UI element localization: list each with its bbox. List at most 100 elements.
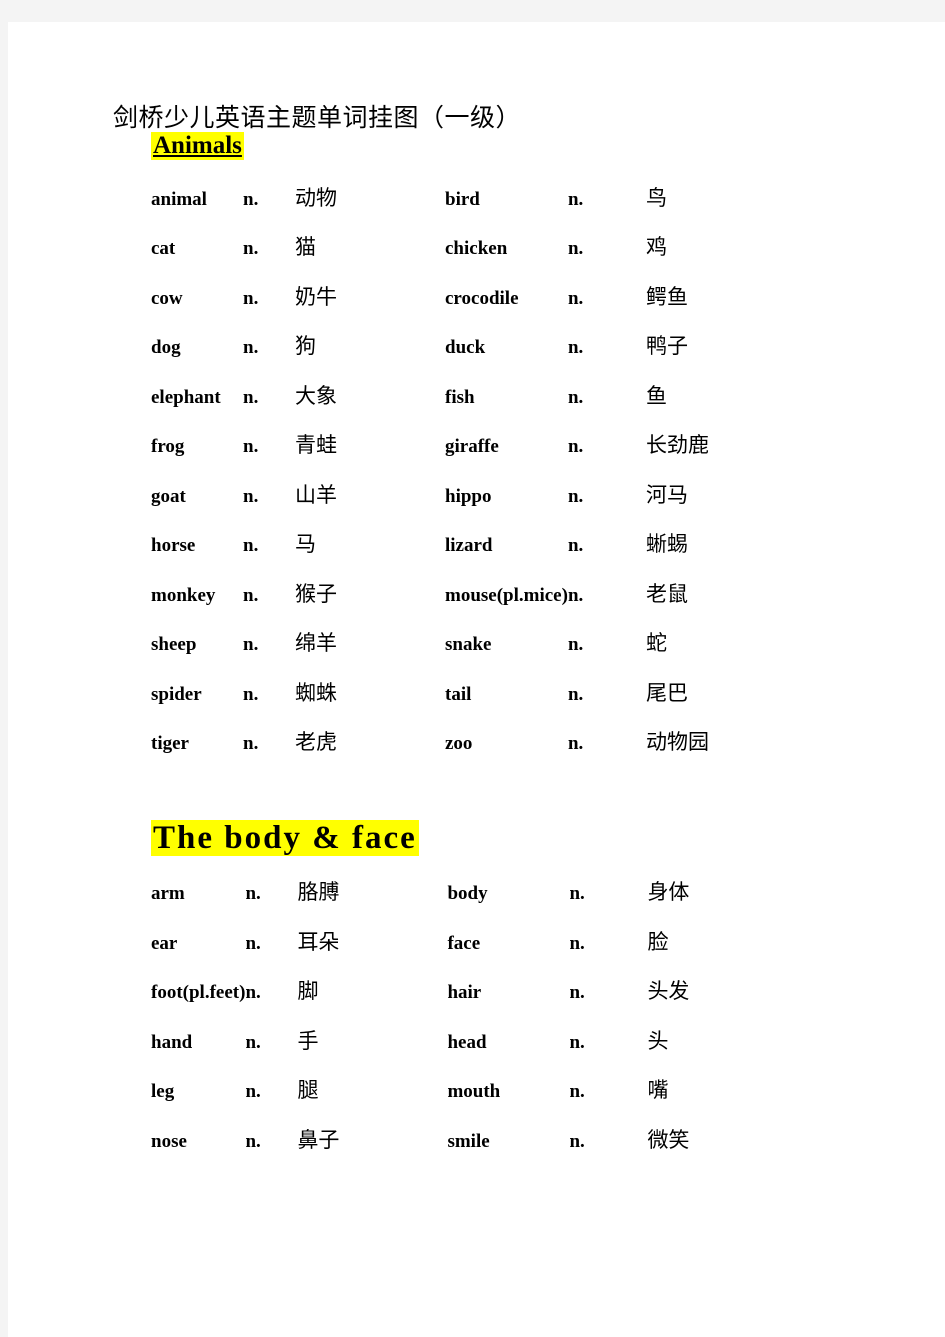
- word-zh-left: 绵羊: [295, 631, 337, 655]
- word-pos-right: n.: [567, 287, 584, 309]
- word-pos-left: n.: [245, 932, 261, 954]
- spacer-between-sections: [8, 776, 945, 820]
- word-pos-left: n.: [245, 1031, 261, 1053]
- word-en-right: lizard: [445, 535, 493, 556]
- word-zh-left: 奶牛: [295, 284, 337, 309]
- table-row: elephant n. 大象 fish n. 鱼: [151, 380, 816, 430]
- table-row: dog n. 狗 duck n. 鸭子: [151, 330, 816, 380]
- word-zh-right: 鸡: [645, 235, 667, 259]
- word-en-left: frog: [151, 436, 185, 457]
- word-en-left: elephant: [151, 386, 221, 408]
- word-pos-left: n.: [245, 1130, 261, 1152]
- word-en-left: foot(pl.feet): [151, 982, 246, 1004]
- word-zh-right: 鸟: [645, 185, 667, 210]
- word-en-right: mouse(pl.mice): [445, 584, 568, 606]
- table-row: animal n. 动物 bird n. 鸟: [151, 182, 816, 232]
- word-zh-right: 尾巴: [645, 680, 688, 705]
- word-zh-left: 手: [297, 1028, 319, 1053]
- word-pos-left: n.: [243, 733, 259, 754]
- word-pos-left: n.: [245, 982, 261, 1004]
- table-row: tiger n. 老虎 zoo n. 动物园: [151, 726, 816, 776]
- table-row: nose n. 鼻子 smile n. 微笑: [151, 1124, 817, 1174]
- word-zh-left: 青蛙: [295, 433, 337, 457]
- word-en-left: goat: [151, 485, 186, 507]
- word-zh-right: 头发: [647, 979, 690, 1004]
- section-heading-body-face: The body & face: [151, 819, 419, 857]
- word-zh-left: 脚: [297, 979, 319, 1004]
- word-en-right: chicken: [445, 238, 508, 259]
- table-row: hand n. 手 head n. 头: [151, 1025, 817, 1075]
- word-zh-left: 蜘蛛: [295, 680, 337, 705]
- word-en-left: cat: [151, 238, 176, 259]
- word-pos-left: n.: [243, 436, 259, 457]
- table-row: cat n. 猫 chicken n. 鸡: [151, 231, 816, 281]
- word-zh-left: 猴子: [295, 581, 337, 606]
- table-row: monkey n. 猴子 mouse(pl.mice) n. 老鼠: [151, 578, 816, 628]
- table-row: frog n. 青蛙 giraffe n. 长劲鹿: [151, 429, 816, 479]
- word-zh-right: 鳄鱼: [645, 284, 688, 309]
- word-zh-right: 河马: [645, 482, 688, 507]
- table-row: leg n. 腿 mouth n. 嘴: [151, 1074, 817, 1124]
- word-pos-right: n.: [569, 982, 585, 1004]
- word-zh-right: 蛇: [645, 631, 667, 655]
- word-en-left: spider: [151, 683, 202, 705]
- word-en-right: tail: [445, 683, 472, 705]
- word-pos-right: n.: [567, 683, 584, 705]
- spacer-after-body-face-heading: [8, 856, 945, 876]
- word-pos-right: n.: [569, 1081, 585, 1103]
- word-en-right: zoo: [445, 733, 473, 754]
- word-table-animals: animal n. 动物 bird n. 鸟 cat n. 猫 chicken n. 鸡 cow n. 奶牛…: [151, 182, 816, 776]
- section-body-face: The body & face arm n. 胳膊 body n. 身体 ear n. 耳朵 fa…: [8, 819, 945, 1174]
- word-pos-left: n.: [243, 287, 259, 309]
- word-en-left: horse: [151, 535, 196, 556]
- word-pos-left: n.: [245, 883, 261, 905]
- word-en-right: hippo: [445, 485, 492, 507]
- word-zh-right: 老鼠: [645, 581, 688, 606]
- word-en-left: arm: [151, 883, 185, 905]
- word-pos-right: n.: [569, 883, 585, 905]
- word-zh-left: 耳朵: [297, 929, 340, 954]
- word-pos-right: n.: [567, 238, 584, 259]
- word-en-left: monkey: [151, 584, 216, 606]
- word-pos-right: n.: [567, 634, 584, 655]
- word-pos-right: n.: [567, 188, 584, 210]
- word-pos-right: n.: [567, 485, 584, 507]
- word-en-left: nose: [151, 1130, 187, 1152]
- word-en-left: tiger: [151, 733, 189, 754]
- word-pos-right: n.: [567, 337, 584, 358]
- word-zh-left: 狗: [295, 334, 316, 358]
- word-en-left: cow: [151, 287, 183, 309]
- word-zh-right: 脸: [647, 929, 669, 954]
- word-en-right: snake: [445, 634, 492, 655]
- word-en-right: duck: [445, 337, 486, 358]
- word-pos-right: n.: [569, 932, 585, 954]
- word-zh-right: 长劲鹿: [645, 433, 709, 457]
- word-zh-right: 鱼: [645, 383, 667, 408]
- word-en-right: crocodile: [445, 287, 519, 309]
- word-en-right: body: [447, 883, 488, 905]
- section-heading-wrap-animals: Animals: [8, 131, 945, 160]
- word-en-right: giraffe: [445, 436, 499, 457]
- table-row: foot(pl.feet) n. 脚 hair n. 头发: [151, 975, 817, 1025]
- word-pos-right: n.: [567, 436, 584, 457]
- table-row: ear n. 耳朵 face n. 脸: [151, 926, 817, 976]
- word-pos-left: n.: [243, 386, 259, 408]
- word-table-body-face: arm n. 胳膊 body n. 身体 ear n. 耳朵 face n. 脸 foot(pl.fee…: [151, 876, 817, 1173]
- word-pos-right: n.: [569, 1130, 585, 1152]
- word-zh-left: 山羊: [295, 482, 337, 507]
- word-pos-left: n.: [243, 337, 259, 358]
- word-pos-left: n.: [245, 1081, 261, 1103]
- word-en-left: leg: [151, 1081, 175, 1103]
- word-en-left: dog: [151, 337, 181, 358]
- word-en-right: bird: [445, 188, 480, 210]
- word-zh-right: 头: [647, 1028, 669, 1053]
- word-zh-left: 猫: [295, 235, 316, 259]
- spacer-after-animals-heading: [8, 160, 945, 182]
- word-en-left: sheep: [151, 634, 197, 655]
- word-pos-left: n.: [243, 634, 259, 655]
- word-pos-left: n.: [243, 238, 259, 259]
- table-row: arm n. 胳膊 body n. 身体: [151, 876, 817, 926]
- word-en-right: smile: [447, 1130, 490, 1152]
- word-pos-left: n.: [243, 188, 259, 210]
- word-zh-left: 老虎: [295, 730, 337, 754]
